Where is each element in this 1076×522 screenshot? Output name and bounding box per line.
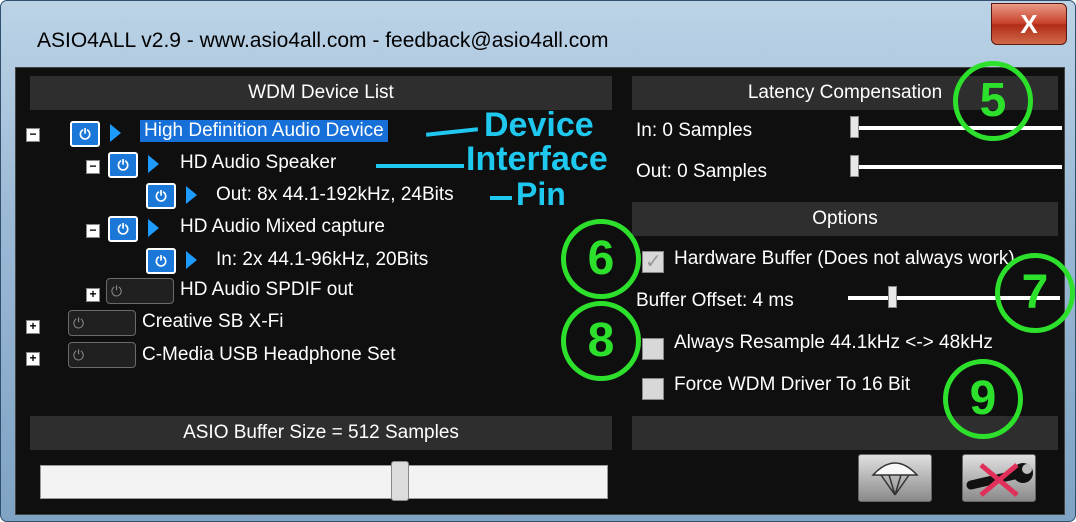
expand-toggle-hd-audio-device[interactable]: −: [26, 128, 40, 142]
callout-7: 7: [995, 253, 1075, 333]
always-resample-label[interactable]: Always Resample 44.1kHz <-> 48kHz: [674, 332, 993, 354]
callout-8: 8: [561, 301, 641, 381]
tree-item-hd-audio-speaker[interactable]: HD Audio Speaker: [180, 152, 336, 174]
title-bar[interactable]: ASIO4ALL v2.9 - www.asio4all.com - feedb…: [1, 1, 1075, 71]
options-header: Options: [632, 202, 1058, 236]
annotation-pin: Pin: [516, 176, 566, 212]
expand-toggle-creative[interactable]: +: [26, 320, 40, 334]
window-title: ASIO4ALL v2.9 - www.asio4all.com - feedb…: [37, 29, 609, 52]
latency-out-label: Out: 0 Samples: [636, 161, 767, 182]
power-icon[interactable]: ⏻: [68, 342, 136, 368]
asio-buffer-slider[interactable]: [40, 461, 608, 501]
latency-in-label: In: 0 Samples: [636, 120, 753, 141]
hardware-buffer-label[interactable]: Hardware Buffer (Does not always work): [674, 248, 1015, 270]
annotation-arrow: [425, 127, 479, 137]
callout-5: 5: [953, 61, 1033, 141]
buffer-offset-label: Buffer Offset: 4 ms: [636, 290, 794, 311]
asio-buffer-slider-thumb[interactable]: [391, 461, 409, 501]
expand-toggle-spdif[interactable]: +: [86, 288, 100, 302]
power-icon[interactable]: ⏻: [108, 216, 138, 242]
asio4all-window: ASIO4ALL v2.9 - www.asio4all.com - feedb…: [0, 0, 1076, 522]
play-icon[interactable]: [186, 251, 197, 269]
latency-out-slider[interactable]: [850, 165, 1062, 169]
callout-9: 9: [943, 359, 1023, 439]
latency-in-slider[interactable]: [850, 126, 1062, 130]
force-wdm-16bit-label[interactable]: Force WDM Driver To 16 Bit: [674, 374, 910, 396]
wdm-device-list-header: WDM Device List: [30, 76, 612, 110]
play-icon[interactable]: [186, 186, 197, 204]
expand-toggle-capture[interactable]: −: [86, 224, 100, 238]
tree-item-c-media-usb-headphone-set[interactable]: C-Media USB Headphone Set: [142, 344, 395, 366]
tree-item-creative-sb-x-fi[interactable]: Creative SB X-Fi: [142, 311, 283, 333]
tree-item-out-pin[interactable]: Out: 8x 44.1-192kHz, 24Bits: [216, 184, 454, 206]
parachute-icon: [871, 462, 919, 496]
power-icon[interactable]: ⏻: [106, 278, 174, 304]
close-button[interactable]: X: [991, 3, 1067, 45]
expand-toggle-speaker[interactable]: −: [86, 160, 100, 174]
buffer-offset-slider-thumb[interactable]: [888, 286, 897, 308]
power-icon[interactable]: ⏻: [146, 248, 176, 274]
tree-item-hd-audio-device[interactable]: High Definition Audio Device: [140, 120, 388, 142]
tree-item-hd-audio-spdif-out[interactable]: HD Audio SPDIF out: [180, 279, 353, 301]
latency-out-slider-thumb[interactable]: [850, 155, 859, 177]
power-icon[interactable]: ⏻: [146, 183, 176, 209]
force-wdm-16bit-checkbox[interactable]: [642, 378, 664, 400]
callout-6: 6: [561, 219, 641, 299]
tree-item-hd-audio-mixed-capture[interactable]: HD Audio Mixed capture: [180, 216, 385, 238]
annotation-arrow: [376, 164, 464, 168]
latency-in-slider-thumb[interactable]: [850, 116, 859, 138]
power-icon[interactable]: ⏻: [68, 310, 136, 336]
power-icon[interactable]: ⏻: [70, 121, 100, 147]
expand-toggle-cmedia[interactable]: +: [26, 352, 40, 366]
always-resample-checkbox[interactable]: [642, 338, 664, 360]
client-area: WDM Device List − ⏻ High Definition Audi…: [15, 67, 1065, 515]
asio-buffer-size-label: ASIO Buffer Size = 512 Samples: [30, 416, 612, 450]
tree-item-in-pin[interactable]: In: 2x 44.1-96kHz, 20Bits: [216, 249, 428, 271]
play-icon[interactable]: [110, 124, 121, 142]
play-icon[interactable]: [148, 219, 159, 237]
annotation-arrow: [490, 196, 512, 200]
annotation-interface: Interface: [466, 140, 608, 178]
wrench-icon: [966, 463, 1033, 497]
hardware-buffer-checkbox[interactable]: [642, 249, 664, 274]
advanced-settings-button[interactable]: [962, 454, 1036, 502]
play-icon[interactable]: [148, 155, 159, 173]
power-icon[interactable]: ⏻: [108, 152, 138, 178]
parachute-button[interactable]: [858, 454, 932, 502]
